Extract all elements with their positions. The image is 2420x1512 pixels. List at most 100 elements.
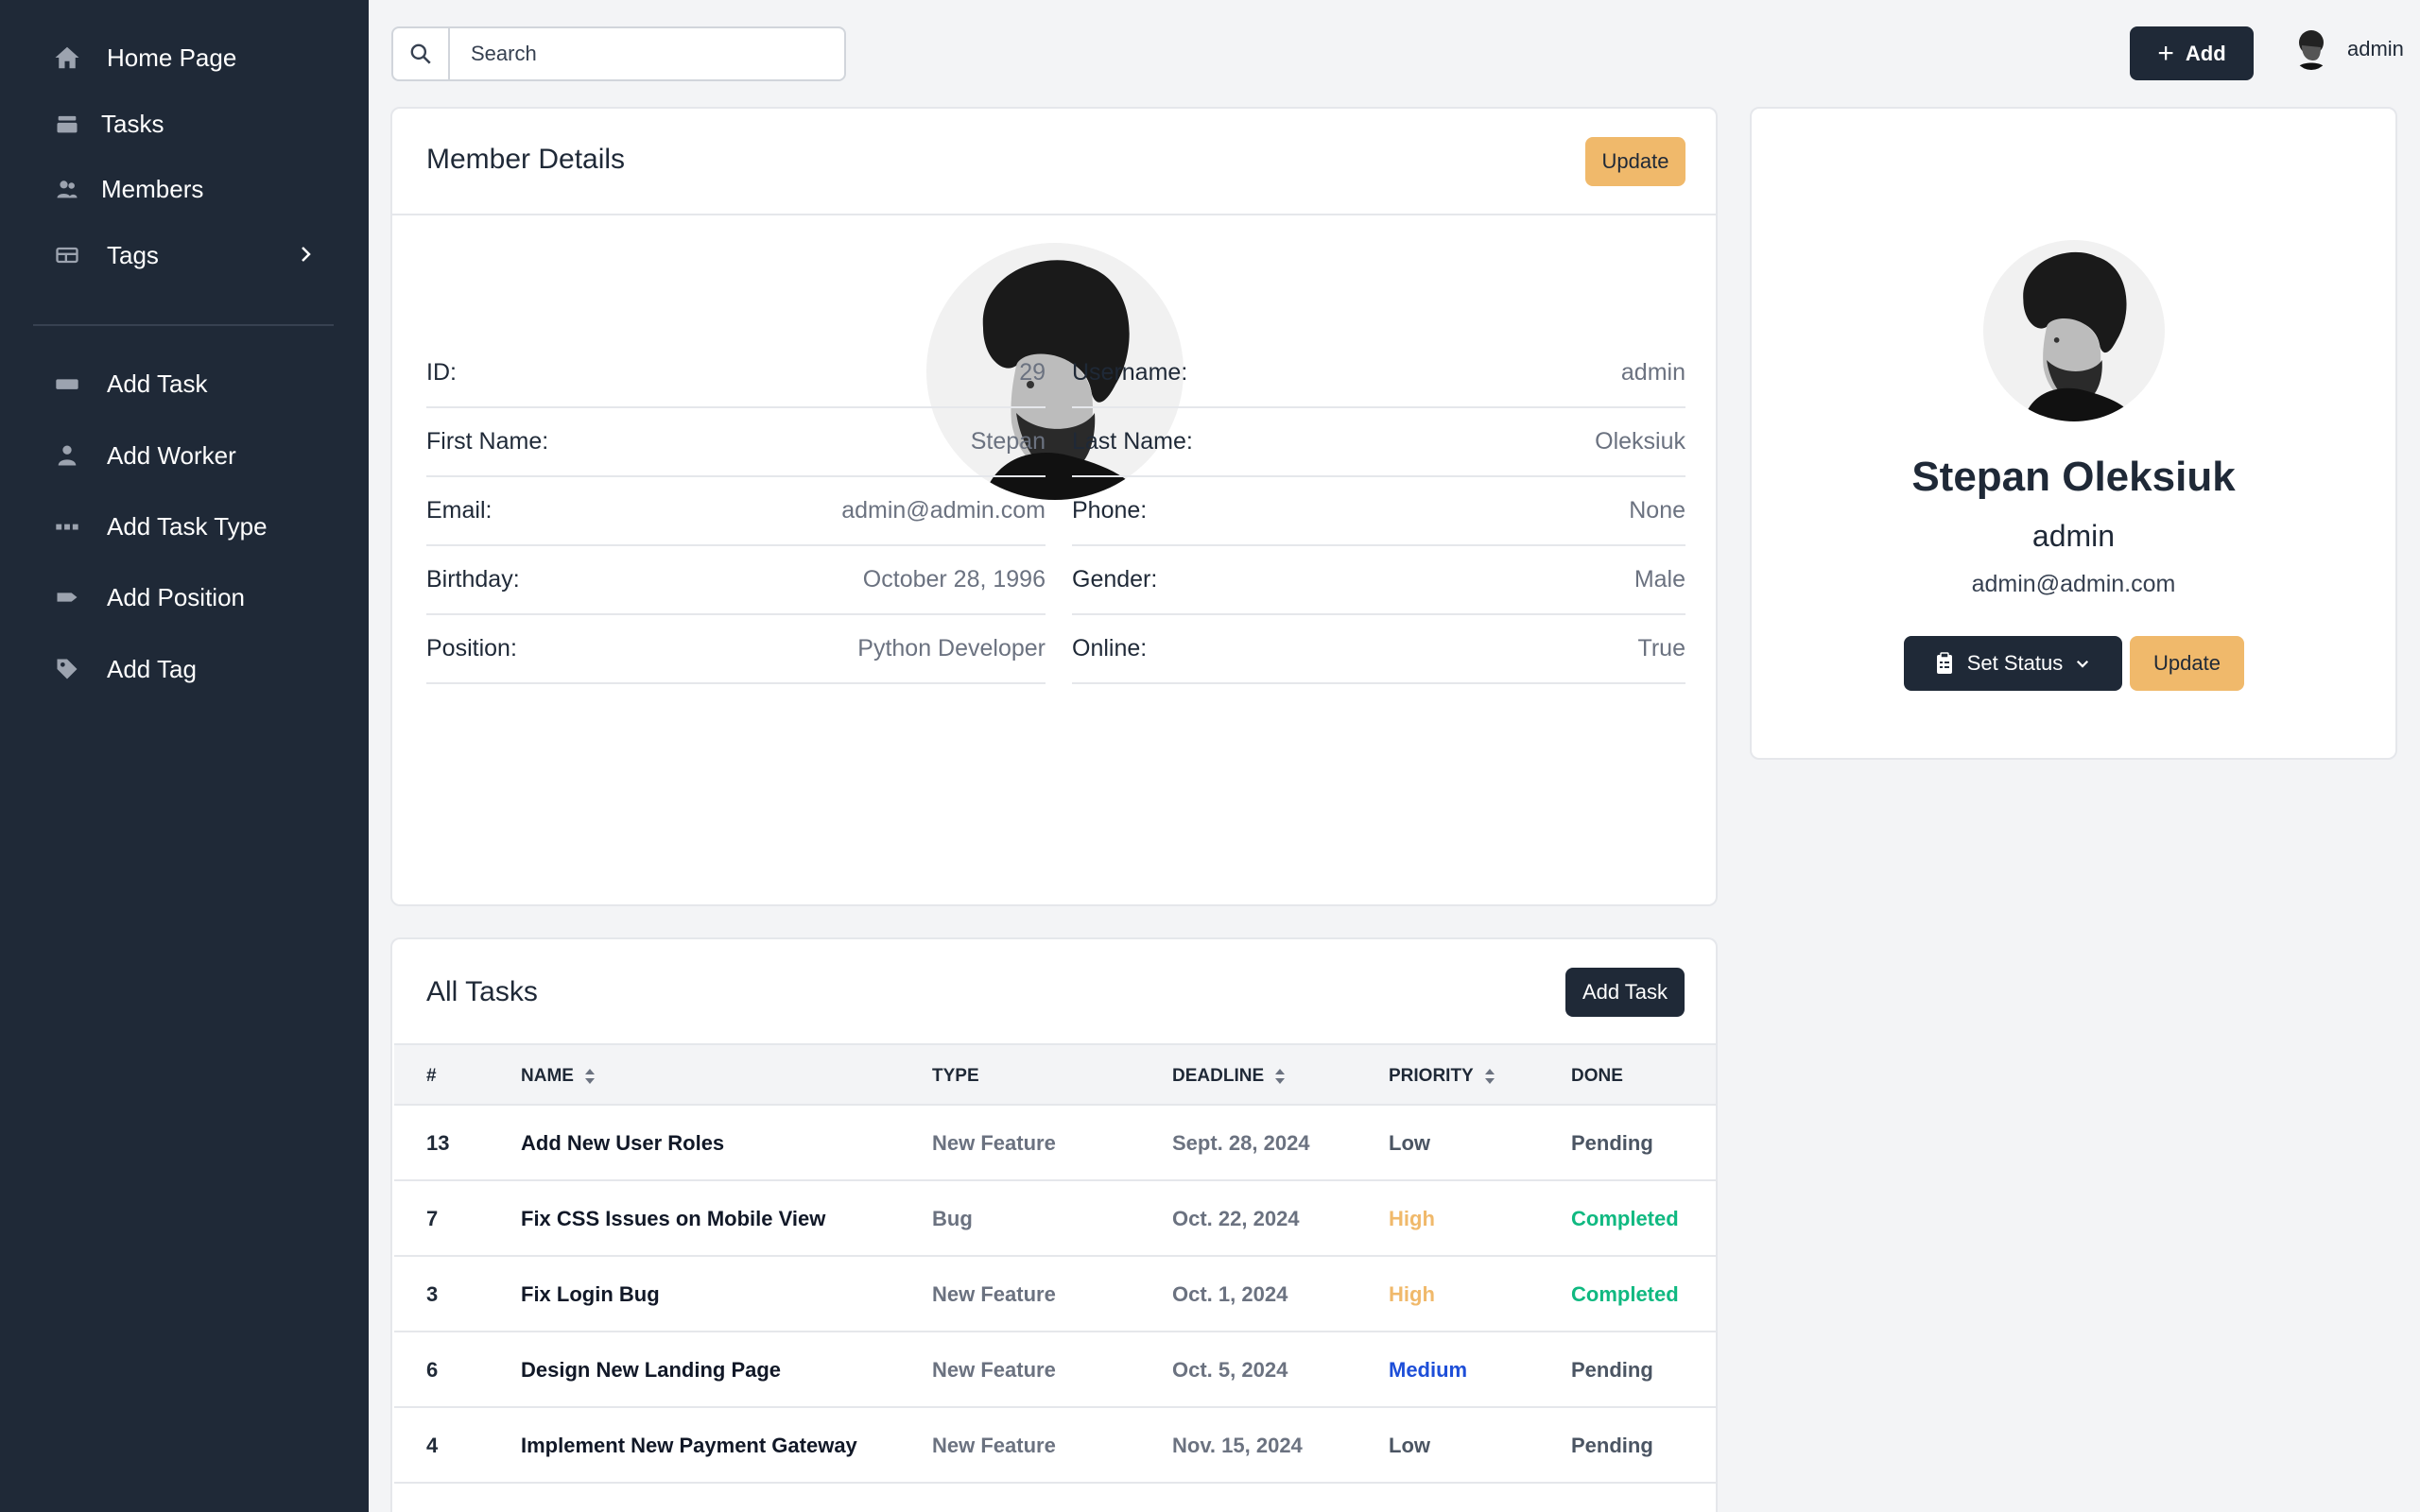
table-row[interactable]: 7 Fix CSS Issues on Mobile View Bug Oct.… <box>394 1181 1716 1257</box>
cell-type: New Feature <box>932 1434 1056 1457</box>
profile-update-button[interactable]: Update <box>2130 636 2244 691</box>
cell-type: New Feature <box>932 1131 1056 1155</box>
detail-value: admin@admin.com <box>841 497 1046 524</box>
detail-label: Phone: <box>1072 497 1148 524</box>
user-icon <box>52 440 82 471</box>
sidebar-item-label: Add Tag <box>107 654 197 683</box>
profile-card: Stepan Oleksiuk admin admin@admin.com Se… <box>1750 107 2397 760</box>
detail-row-phone: Phone: None <box>1072 477 1685 546</box>
sidebar-divider <box>33 324 334 326</box>
detail-row-position: Position: Python Developer <box>426 615 1046 684</box>
member-details-card: Member Details Update ID: 29 First Name:… <box>390 107 1718 906</box>
member-update-button[interactable]: Update <box>1585 137 1685 186</box>
detail-value: Oleksiuk <box>1595 428 1685 455</box>
cell-priority: Low <box>1389 1131 1430 1155</box>
cell-name: Implement New Payment Gateway <box>521 1434 857 1457</box>
detail-label: Birthday: <box>426 566 520 593</box>
sidebar-item-add-task[interactable]: Add Task <box>52 360 317 407</box>
cell-done: Completed <box>1571 1282 1679 1306</box>
user-menu[interactable]: admin <box>2292 28 2404 70</box>
detail-label: ID: <box>426 359 457 386</box>
column-header-priority[interactable]: PRIORITY <box>1389 1066 1496 1087</box>
cell-done: Pending <box>1571 1434 1653 1457</box>
table-row[interactable]: 3 Fix Login Bug New Feature Oct. 1, 2024… <box>394 1257 1716 1332</box>
cell-done: Pending <box>1571 1131 1653 1155</box>
sidebar-item-members[interactable]: Members <box>52 165 317 213</box>
cell-number: 7 <box>426 1207 439 1230</box>
column-header-deadline[interactable]: DEADLINE <box>1172 1066 1287 1087</box>
sidebar-item-home-page[interactable]: Home Page <box>52 34 317 81</box>
cell-deadline: Nov. 15, 2024 <box>1172 1434 1303 1457</box>
profile-full-name: Stepan Oleksiuk <box>1911 454 2236 500</box>
detail-label: Online: <box>1072 635 1148 662</box>
users-icon <box>52 174 82 204</box>
search-box <box>391 26 846 81</box>
detail-row-last-name: Last Name: Oleksiuk <box>1072 408 1685 477</box>
sidebar-item-add-tag[interactable]: Add Tag <box>52 645 317 693</box>
table-row[interactable]: 6 Design New Landing Page New Feature Oc… <box>394 1332 1716 1408</box>
sidebar-item-label: Members <box>101 174 204 203</box>
profile-username: admin <box>2031 519 2116 553</box>
add-task-icon <box>52 369 82 399</box>
detail-label: Position: <box>426 635 517 662</box>
cell-priority: Low <box>1389 1434 1430 1457</box>
detail-row-first-name: First Name: Stepan <box>426 408 1046 477</box>
sort-icon <box>1275 1069 1286 1084</box>
cell-deadline: Sept. 28, 2024 <box>1172 1131 1310 1155</box>
cell-name: Add New User Roles <box>521 1131 725 1155</box>
table-row[interactable]: 13 Add New User Roles New Feature Sept. … <box>394 1106 1716 1181</box>
detail-value: True <box>1637 635 1685 662</box>
sidebar-item-tasks[interactable]: Tasks <box>52 100 317 147</box>
plus-icon: + <box>2157 37 2174 69</box>
card-divider <box>392 214 1716 215</box>
search-input[interactable] <box>450 28 844 79</box>
all-tasks-card: All Tasks Add Task # NAME TYPE DEADLINE … <box>390 937 1718 1512</box>
detail-label: Last Name: <box>1072 428 1193 455</box>
detail-value: 29 <box>1019 359 1046 386</box>
label-icon <box>52 582 82 612</box>
sidebar-item-label: Add Task Type <box>107 511 268 541</box>
profile-avatar <box>1983 240 2165 421</box>
column-header-name[interactable]: NAME <box>521 1066 596 1087</box>
cell-priority: High <box>1389 1282 1435 1306</box>
search-icon[interactable] <box>393 28 450 79</box>
detail-row-id: ID: 29 <box>426 339 1046 408</box>
detail-row-online: Online: True <box>1072 615 1685 684</box>
profile-email: admin@admin.com <box>1971 571 2176 597</box>
cell-done: Pending <box>1571 1358 1653 1382</box>
cell-name: Design New Landing Page <box>521 1358 782 1382</box>
cell-priority: Medium <box>1389 1358 1468 1382</box>
cell-deadline: Oct. 1, 2024 <box>1172 1282 1288 1306</box>
member-details-title: Member Details <box>426 144 626 175</box>
sidebar-item-label: Add Position <box>107 582 245 611</box>
add-task-button[interactable]: Add Task <box>1565 968 1685 1017</box>
cell-number: 3 <box>426 1282 439 1306</box>
detail-label: First Name: <box>426 428 549 455</box>
column-header-type: TYPE <box>932 1066 979 1086</box>
tag-icon <box>52 654 82 684</box>
avatar <box>2292 28 2330 70</box>
detail-value: None <box>1629 497 1685 524</box>
sidebar-item-label: Add Task <box>107 369 208 398</box>
all-tasks-title: All Tasks <box>426 976 538 1007</box>
stack-icon <box>52 109 82 139</box>
sidebar-item-add-task-type[interactable]: Add Task Type <box>52 503 317 550</box>
dots-icon <box>52 511 82 541</box>
column-header-label: DEADLINE <box>1172 1066 1265 1086</box>
cell-priority: High <box>1389 1207 1435 1230</box>
sidebar-item-add-position[interactable]: Add Position <box>52 574 317 621</box>
set-status-button[interactable]: Set Status <box>1904 636 2122 691</box>
add-button-label: Add <box>2185 41 2226 65</box>
sidebar-item-label: Tags <box>107 240 159 269</box>
add-button[interactable]: + Add <box>2130 26 2254 80</box>
chevron-right-icon <box>294 243 317 270</box>
sidebar-item-tags[interactable]: Tags <box>52 232 317 279</box>
sort-icon <box>1484 1069 1495 1084</box>
cell-type: Bug <box>932 1207 973 1230</box>
detail-value: Male <box>1634 566 1685 593</box>
sidebar: Home Page Tasks Members Tags Add Task Ad… <box>0 0 369 1512</box>
cell-type: New Feature <box>932 1358 1056 1382</box>
clipboard-icon <box>1935 652 1954 675</box>
table-row[interactable]: 4 Implement New Payment Gateway New Feat… <box>394 1408 1716 1484</box>
sidebar-item-add-worker[interactable]: Add Worker <box>52 432 317 479</box>
